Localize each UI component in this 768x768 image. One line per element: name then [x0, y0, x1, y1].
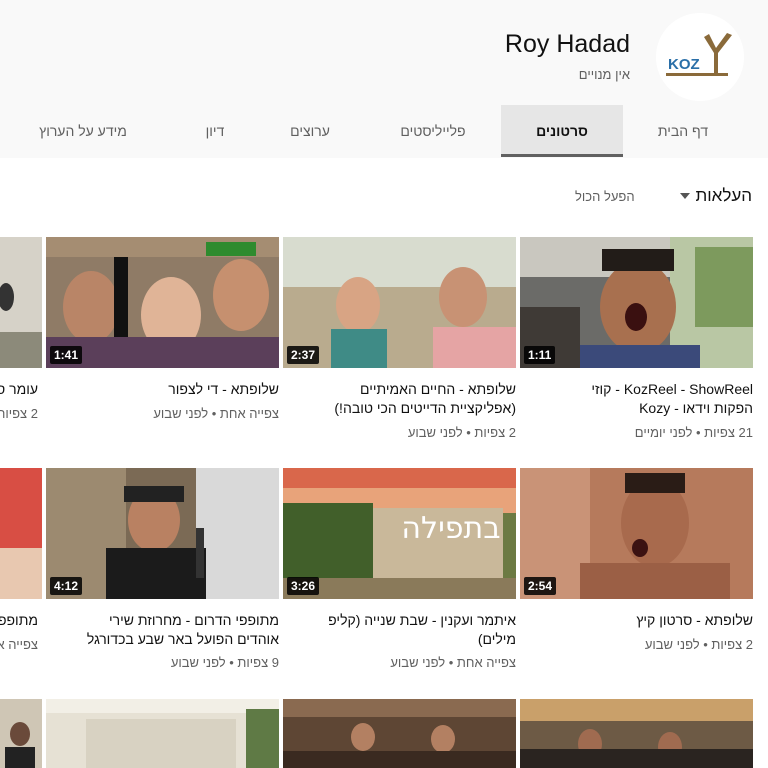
video-thumbnail[interactable]: 2:54 [520, 468, 753, 599]
thumbnail-image [0, 237, 42, 368]
tab-discussion[interactable]: דיון [190, 105, 240, 157]
video-thumbnail[interactable]: 1:41 [46, 237, 279, 368]
video-thumbnail[interactable] [0, 237, 42, 368]
video-title[interactable]: שלופתא - די לצפור [51, 380, 279, 399]
video-title[interactable]: שלופתא - סרטון קיץ [525, 611, 753, 630]
video-thumbnail[interactable] [0, 468, 42, 599]
koz-logo-icon: KOZ [656, 13, 744, 101]
video-title[interactable]: עומר ס [0, 380, 38, 399]
video-thumbnail[interactable] [283, 699, 516, 768]
thumbnail-image [46, 699, 279, 768]
thumbnail-image [283, 699, 516, 768]
channel-avatar[interactable]: KOZ [656, 13, 744, 101]
video-thumbnail[interactable]: 4:12 [46, 468, 279, 599]
duration-badge: 3:26 [287, 577, 320, 595]
thumbnail-image [520, 699, 753, 768]
duration-badge: 1:41 [50, 346, 83, 364]
video-meta: 9 צפיות • לפני שבוע [170, 655, 279, 670]
duration-badge: 1:11 [524, 346, 556, 364]
thumbnail-image [0, 468, 42, 599]
video-meta: צפייה אחת • לפני שבוע [153, 406, 279, 421]
subscriber-count: אין מנויים [578, 67, 630, 82]
video-title[interactable]: מתופפ [0, 611, 38, 630]
video-meta: צפייה א [0, 637, 38, 652]
chevron-down-icon[interactable] [680, 193, 690, 199]
tab-playlists[interactable]: פלייליסטים [382, 105, 484, 157]
tab-videos[interactable]: סרטונים [501, 105, 623, 157]
tab-channels[interactable]: ערוצים [272, 105, 348, 157]
video-meta: 2 צפיות • לפני שבוע [644, 637, 753, 652]
channel-name: Roy Hadad [504, 30, 630, 58]
video-thumbnail[interactable]: בתפילה 3:26 [283, 468, 516, 599]
video-meta: צפייה אחת • לפני שבוע [390, 655, 516, 670]
play-all-link[interactable]: הפעל הכול [575, 189, 635, 204]
video-thumbnail[interactable]: 1:11 [520, 237, 753, 368]
duration-badge: 2:37 [287, 346, 320, 364]
video-meta: 2 צפיות [0, 406, 38, 421]
tab-home[interactable]: דף הבית [628, 105, 738, 157]
thumbnail-image [0, 699, 42, 768]
video-meta: 2 צפיות • לפני שבוע [407, 425, 516, 440]
sort-dropdown[interactable]: העלאות [695, 186, 752, 206]
video-title[interactable]: KozReel - ShowReel - קוזי הפקות וידאו - … [525, 380, 753, 418]
video-thumbnail[interactable] [46, 699, 279, 768]
video-thumbnail[interactable] [0, 699, 42, 768]
svg-text:KOZ: KOZ [668, 56, 700, 73]
tab-about[interactable]: מידע על הערוץ [20, 105, 146, 157]
video-title[interactable]: איתמר ועקנין - שבת שנייה (קליפ מילים) [288, 611, 516, 649]
duration-badge: 4:12 [50, 577, 83, 595]
video-thumbnail[interactable] [520, 699, 753, 768]
video-title[interactable]: מתופפי הדרום - מחרוזת שירי אוהדים הפועל … [51, 611, 279, 649]
duration-badge: 2:54 [524, 577, 557, 595]
video-thumbnail[interactable]: 2:37 [283, 237, 516, 368]
thumbnail-overlay-text: בתפילה [401, 511, 500, 546]
video-title[interactable]: שלופתא - החיים האמיתיים (אפליקציית הדייט… [288, 380, 516, 418]
video-meta: 21 צפיות • לפני יומיים [634, 425, 753, 440]
